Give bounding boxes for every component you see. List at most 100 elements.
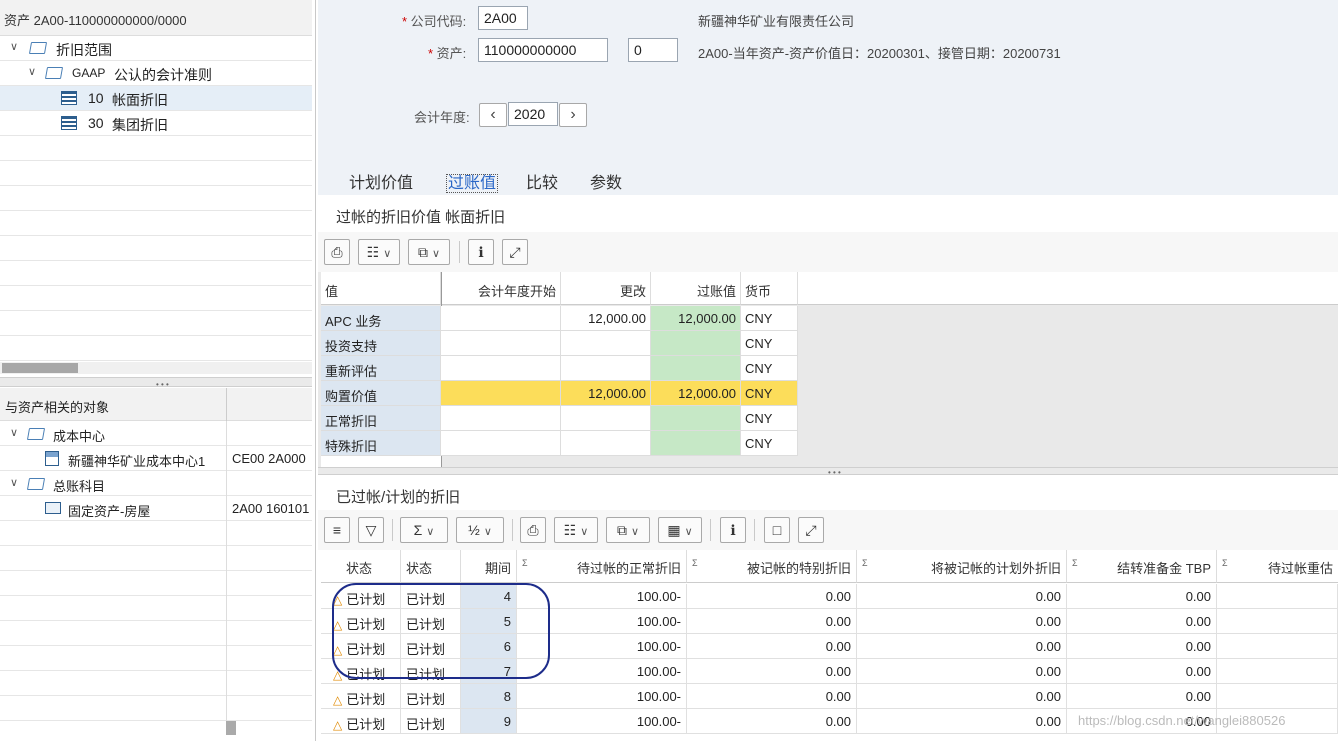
details-button[interactable]: □ xyxy=(764,517,790,543)
previous-year-button[interactable]: ‹ xyxy=(479,103,507,127)
asset-number-field[interactable]: 110000000000 xyxy=(478,38,608,62)
cell-change[interactable]: 12,000.00 xyxy=(561,306,651,331)
tab-planned-values[interactable]: 计划价值 xyxy=(349,169,413,193)
column-header[interactable]: 货币 xyxy=(741,272,798,305)
object-item-fixed-asset-building[interactable]: 固定资产-房屋 2A00 160101 xyxy=(0,496,312,521)
tree-item-book-depreciation[interactable]: 10 帐面折旧 xyxy=(0,86,312,111)
print-button[interactable]: ⎙ xyxy=(324,239,350,265)
cell-posted[interactable] xyxy=(651,431,741,456)
revaluation-cell[interactable] xyxy=(1217,609,1338,634)
column-header[interactable]: Σ 被记帐的特别折旧 xyxy=(687,550,857,583)
object-item-cost-center-1[interactable]: 新疆神华矿业成本中心1 CE00 2A000 xyxy=(0,446,312,471)
chevron-down-icon[interactable]: ∨ xyxy=(10,40,18,53)
export-button[interactable]: ⧉ ∨ xyxy=(408,239,450,265)
cell-posted[interactable] xyxy=(651,331,741,356)
cell-posted[interactable] xyxy=(651,406,741,431)
unplanned-dep-cell[interactable]: 0.00 xyxy=(857,584,1067,609)
column-header[interactable]: 期间 xyxy=(461,550,517,583)
layout-button[interactable]: ▦ ∨ xyxy=(658,517,702,543)
fullscreen-button[interactable]: ⤢ xyxy=(798,517,824,543)
panel-splitter[interactable]: • • • xyxy=(318,467,1338,477)
print-button[interactable]: ⎙ xyxy=(520,517,546,543)
column-header[interactable]: 更改 xyxy=(561,272,651,305)
asset-subnumber-field[interactable]: 0 xyxy=(628,38,678,62)
cell-currency[interactable]: CNY xyxy=(741,431,798,456)
info-button[interactable]: ℹ xyxy=(468,239,494,265)
export-button[interactable]: ⧉ ∨ xyxy=(606,517,650,543)
chevron-down-icon[interactable]: ∨ xyxy=(10,476,18,489)
pane-splitter[interactable]: • • • xyxy=(0,377,312,389)
normal-dep-cell[interactable]: 100.00- xyxy=(517,684,687,709)
tbp-cell[interactable]: 0.00 xyxy=(1067,659,1217,684)
tbp-cell[interactable]: 0.00 xyxy=(1067,684,1217,709)
special-dep-cell[interactable]: 0.00 xyxy=(687,584,857,609)
special-dep-cell[interactable]: 0.00 xyxy=(687,659,857,684)
sum-button[interactable]: Σ ∨ xyxy=(400,517,448,543)
company-code-field[interactable]: 2A00 xyxy=(478,6,528,30)
scrollbar-thumb[interactable] xyxy=(2,363,78,373)
revaluation-cell[interactable] xyxy=(1217,659,1338,684)
cell-currency[interactable]: CNY xyxy=(741,306,798,331)
status-cell[interactable]: 已计划 xyxy=(401,684,461,709)
subtotal-button[interactable]: ½ ∨ xyxy=(456,517,504,543)
period-cell[interactable]: 8 xyxy=(461,684,517,709)
cell-posted[interactable] xyxy=(651,356,741,381)
cell-currency[interactable]: CNY xyxy=(741,356,798,381)
filter-button[interactable]: ▽ xyxy=(358,517,384,543)
cell-start[interactable] xyxy=(441,306,561,331)
unplanned-dep-cell[interactable]: 0.00 xyxy=(857,634,1067,659)
revaluation-cell[interactable] xyxy=(1217,634,1338,659)
tbp-cell[interactable]: 0.00 xyxy=(1067,634,1217,659)
column-header[interactable]: Σ 将被记帐的计划外折旧 xyxy=(857,550,1067,583)
cell-currency[interactable]: CNY xyxy=(741,406,798,431)
unplanned-dep-cell[interactable]: 0.00 xyxy=(857,659,1067,684)
column-header[interactable]: Σ 待过帐重估 xyxy=(1217,550,1338,583)
scrollbar-thumb[interactable] xyxy=(226,721,236,735)
chevron-down-icon[interactable]: ∨ xyxy=(28,65,36,78)
tree-item-group-depreciation[interactable]: 30 集团折旧 xyxy=(0,111,312,136)
cell-change[interactable] xyxy=(561,356,651,381)
tbp-cell[interactable]: 0.00 xyxy=(1067,609,1217,634)
column-header[interactable]: 状态 xyxy=(321,550,401,583)
object-item-gl-account[interactable]: ∨ 总账科目 xyxy=(0,471,312,496)
tab-parameters[interactable]: 参数 xyxy=(590,169,622,193)
cell-start[interactable] xyxy=(441,356,561,381)
status-cell[interactable]: 已计划 xyxy=(401,709,461,734)
status-cell[interactable]: △ 已计划 xyxy=(321,709,401,734)
fiscal-year-field[interactable]: 2020 xyxy=(508,102,558,126)
cell-posted[interactable]: 12,000.00 xyxy=(651,306,741,331)
tree-item-gaap[interactable]: ∨ GAAP 公认的会计准则 xyxy=(0,61,312,86)
chevron-down-icon[interactable]: ∨ xyxy=(10,426,18,439)
cell-currency[interactable]: CNY xyxy=(741,381,798,406)
revaluation-cell[interactable] xyxy=(1217,684,1338,709)
cell-change[interactable] xyxy=(561,331,651,356)
tree-item-depreciation-area[interactable]: ∨ 折旧范围 xyxy=(0,36,312,61)
tab-comparison[interactable]: 比较 xyxy=(526,169,558,193)
horizontal-scrollbar[interactable] xyxy=(0,362,312,374)
special-dep-cell[interactable]: 0.00 xyxy=(687,634,857,659)
sort-ascending-button[interactable]: ≡ xyxy=(324,517,350,543)
normal-dep-cell[interactable]: 100.00- xyxy=(517,709,687,734)
cell-start[interactable] xyxy=(441,431,561,456)
status-cell[interactable]: △ 已计划 xyxy=(321,684,401,709)
info-button[interactable]: ℹ xyxy=(720,517,746,543)
cell-currency[interactable]: CNY xyxy=(741,331,798,356)
revaluation-cell[interactable] xyxy=(1217,584,1338,609)
column-header[interactable]: Σ 待过帐的正常折旧 xyxy=(517,550,687,583)
cell-start[interactable] xyxy=(441,381,561,406)
cell-change[interactable] xyxy=(561,406,651,431)
special-dep-cell[interactable]: 0.00 xyxy=(687,684,857,709)
unplanned-dep-cell[interactable]: 0.00 xyxy=(857,709,1067,734)
object-item-cost-center[interactable]: ∨ 成本中心 xyxy=(0,421,312,446)
cell-change[interactable]: 12,000.00 xyxy=(561,381,651,406)
unplanned-dep-cell[interactable]: 0.00 xyxy=(857,684,1067,709)
column-header[interactable]: 值 xyxy=(321,272,441,305)
view-button[interactable]: ☷ ∨ xyxy=(554,517,598,543)
special-dep-cell[interactable]: 0.00 xyxy=(687,609,857,634)
column-divider[interactable] xyxy=(226,388,227,421)
column-header[interactable]: Σ 结转准备金 TBP xyxy=(1067,550,1217,583)
unplanned-dep-cell[interactable]: 0.00 xyxy=(857,609,1067,634)
column-header[interactable]: 状态 xyxy=(401,550,461,583)
cell-change[interactable] xyxy=(561,431,651,456)
special-dep-cell[interactable]: 0.00 xyxy=(687,709,857,734)
